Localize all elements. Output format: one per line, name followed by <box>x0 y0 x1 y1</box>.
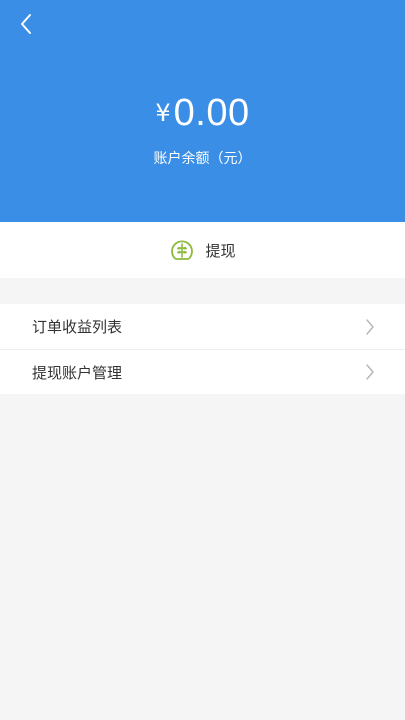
menu-item-withdraw-accounts[interactable]: 提现账户管理 <box>0 349 405 394</box>
balance-amount: 0.00 <box>173 92 250 134</box>
currency-symbol: ¥ <box>155 99 171 127</box>
withdraw-label: 提现 <box>205 241 236 260</box>
balance-label: 账户余额（元） <box>153 151 252 167</box>
account-menu: 订单收益列表 提现账户管理 <box>0 304 405 394</box>
chevron-right-icon <box>366 318 374 335</box>
chevron-right-icon <box>366 364 374 380</box>
wheat-coin-icon <box>171 240 194 260</box>
menu-item-label: 订单收益列表 <box>32 318 123 336</box>
chevron-left-icon <box>21 14 31 34</box>
withdraw-button[interactable]: 提现 <box>0 222 405 278</box>
balance-display: ¥0.00 <box>0 94 405 132</box>
menu-item-order-earnings[interactable]: 订单收益列表 <box>0 304 405 349</box>
balance-header: ¥0.00 账户余额（元） <box>0 0 405 222</box>
menu-item-label: 提现账户管理 <box>32 363 123 382</box>
back-button[interactable] <box>12 10 40 38</box>
